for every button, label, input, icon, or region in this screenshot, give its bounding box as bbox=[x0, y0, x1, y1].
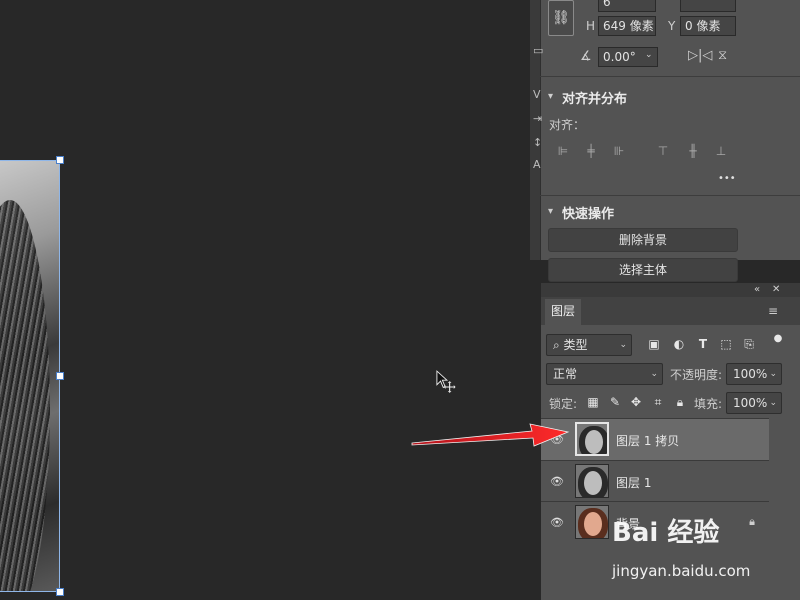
remove-background-button[interactable]: 删除背景 bbox=[548, 228, 738, 252]
visibility-eye-icon[interactable]: 👁︎ bbox=[550, 475, 564, 488]
blend-mode-dropdown[interactable]: 正常 ⌄ bbox=[546, 363, 663, 385]
y-label: Y bbox=[668, 19, 676, 33]
align-middle-v-icon[interactable]: ╫ bbox=[686, 144, 700, 158]
baidu-logo: Bai 经验 bbox=[612, 512, 719, 549]
layer-name[interactable]: 图层 1 拷贝 bbox=[616, 432, 679, 449]
height-field[interactable]: 649 像素 bbox=[598, 16, 656, 36]
height-label: H bbox=[586, 19, 596, 33]
filter-shape-icon[interactable]: ⬚ bbox=[718, 337, 734, 351]
align-left-icon[interactable]: ⊫ bbox=[556, 144, 570, 158]
strip-tool-icon[interactable]: ▭ bbox=[533, 44, 543, 57]
collapse-chevron-icon[interactable]: ▾ bbox=[548, 91, 553, 102]
layer-name[interactable]: 图层 1 bbox=[616, 474, 651, 491]
opacity-value: 100% bbox=[733, 367, 768, 381]
annotation-arrow bbox=[411, 423, 570, 447]
filter-type-icon[interactable]: T bbox=[695, 337, 711, 351]
lock-artboard-icon[interactable]: ⌗ bbox=[650, 395, 666, 410]
align-bottom-icon[interactable]: ⊥ bbox=[714, 144, 728, 158]
divider bbox=[540, 76, 800, 77]
layer-row[interactable]: 👁︎ 图层 1 bbox=[541, 460, 769, 502]
align-right-icon[interactable]: ⊪ bbox=[612, 144, 626, 158]
layer-row[interactable]: 👁︎ 图层 1 拷贝 bbox=[541, 418, 769, 460]
strip-tool-icon[interactable]: ↕ bbox=[533, 136, 542, 149]
x-field[interactable] bbox=[680, 0, 736, 12]
chevron-down-icon: ⌄ bbox=[650, 369, 658, 379]
scrollbar-track[interactable] bbox=[771, 418, 800, 600]
flip-vertical-icon[interactable]: ⧖ bbox=[718, 48, 727, 63]
close-icon[interactable]: ✕ bbox=[772, 284, 780, 295]
flip-horizontal-icon[interactable]: ▷|◁ bbox=[688, 48, 712, 63]
search-icon: ⌕ bbox=[553, 338, 564, 352]
width-field[interactable]: 6 bbox=[598, 0, 656, 12]
watermark-url: jingyan.baidu.com bbox=[612, 562, 751, 580]
tools-strip bbox=[530, 0, 540, 260]
quick-actions-title: 快速操作 bbox=[562, 207, 615, 222]
layer-thumbnail bbox=[575, 505, 609, 539]
select-subject-button[interactable]: 选择主体 bbox=[548, 258, 738, 282]
filter-type-label: 类型 bbox=[563, 338, 588, 352]
tab-layers[interactable]: 图层 bbox=[545, 299, 581, 325]
chain-link-icon: ⛓ bbox=[552, 10, 570, 26]
panel-header-bar bbox=[541, 283, 800, 297]
panel-menu-icon[interactable]: ≡ bbox=[768, 304, 778, 318]
opacity-field[interactable]: 100% ⌄ bbox=[726, 363, 782, 385]
angle-icon: ∡ bbox=[580, 49, 592, 64]
y-field[interactable]: 0 像素 bbox=[680, 16, 736, 36]
layer-filter-dropdown[interactable]: ⌕ 类型 ⌄ bbox=[546, 334, 632, 356]
align-section-title: 对齐并分布 bbox=[562, 92, 628, 107]
lock-icon: 🔒︎ bbox=[749, 515, 755, 528]
transform-handle-top-right[interactable] bbox=[56, 156, 64, 164]
visibility-eye-icon[interactable]: 👁︎ bbox=[550, 516, 564, 529]
link-dimensions-button[interactable]: ⛓ bbox=[548, 0, 574, 36]
fill-value: 100% bbox=[733, 396, 768, 410]
align-center-h-icon[interactable]: ╪ bbox=[584, 144, 598, 158]
fill-label: 填充: bbox=[694, 397, 723, 411]
chevron-down-icon: ⌄ bbox=[769, 369, 777, 379]
filter-smart-object-icon[interactable]: ⎘ bbox=[741, 337, 757, 352]
filter-pixel-icon[interactable]: ▣ bbox=[646, 337, 662, 351]
layer-thumbnail bbox=[575, 464, 609, 498]
fill-field[interactable]: 100% ⌄ bbox=[726, 392, 782, 414]
divider bbox=[540, 195, 800, 196]
blend-mode-value: 正常 bbox=[553, 367, 578, 381]
hair-texture bbox=[0, 200, 50, 592]
watermark-brand: Bai 经验 bbox=[612, 518, 720, 548]
opacity-label: 不透明度: bbox=[670, 368, 723, 382]
filter-adjustment-icon[interactable]: ◐ bbox=[671, 337, 687, 351]
strip-tool-icon[interactable]: V bbox=[533, 88, 541, 101]
chevron-down-icon[interactable]: ⌄ bbox=[645, 50, 653, 60]
lock-image-pixels-icon[interactable]: ✎ bbox=[607, 395, 623, 409]
strip-tool-icon[interactable]: A bbox=[533, 158, 541, 171]
transform-handle-middle-right[interactable] bbox=[56, 372, 64, 380]
chevron-down-icon: ⌄ bbox=[619, 340, 627, 350]
collapse-panel-icon[interactable]: « bbox=[754, 284, 760, 295]
layer-thumbnail bbox=[575, 422, 609, 456]
strip-tool-icon[interactable]: ⇥ bbox=[533, 112, 542, 125]
lock-transparent-pixels-icon[interactable]: ▦ bbox=[585, 395, 601, 409]
collapse-chevron-icon[interactable]: ▾ bbox=[548, 206, 553, 217]
chevron-down-icon: ⌄ bbox=[769, 398, 777, 408]
canvas-image bbox=[0, 160, 60, 592]
move-cursor-icon bbox=[436, 370, 456, 393]
lock-position-icon[interactable]: ✥ bbox=[628, 395, 644, 409]
transform-handle-bottom-right[interactable] bbox=[56, 588, 64, 596]
filter-toggle-icon[interactable]: ● bbox=[770, 333, 786, 344]
align-top-icon[interactable]: ⊤ bbox=[656, 144, 670, 158]
more-options-icon[interactable]: ••• bbox=[718, 173, 736, 184]
align-sub-label: 对齐： bbox=[549, 118, 586, 132]
lock-all-icon[interactable]: 🔒︎ bbox=[672, 395, 688, 410]
